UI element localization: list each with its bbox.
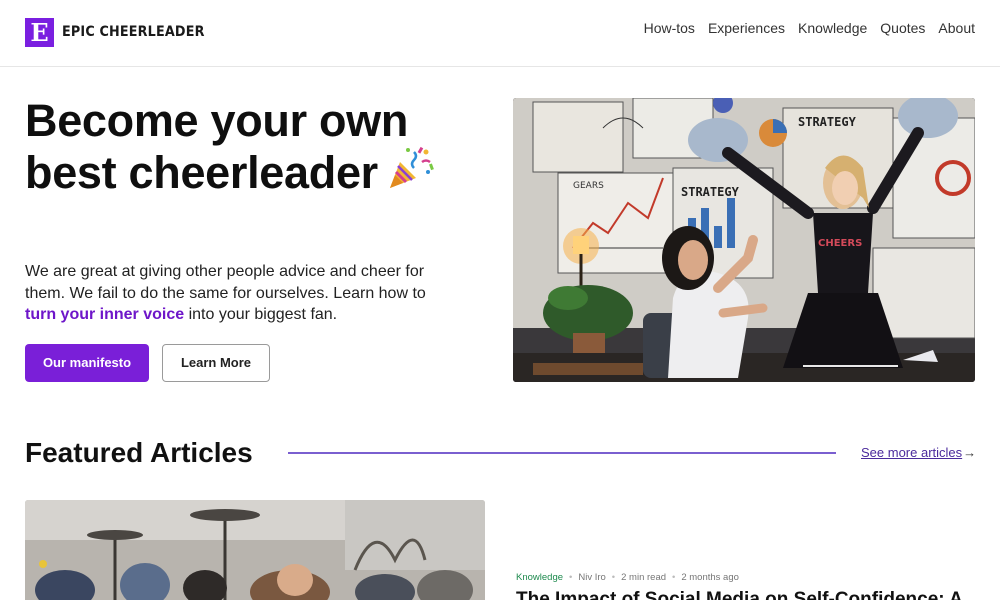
hero-description-end: into your biggest fan. [184, 306, 338, 323]
meta-separator: • [672, 572, 676, 583]
article-meta: Knowledge • Niv Iro • 2 min read • 2 mon… [516, 572, 739, 583]
board-left-label: STRATEGY [681, 185, 740, 199]
nav-quotes[interactable]: Quotes [880, 20, 925, 36]
main-nav: How-tos Experiences Knowledge Quotes Abo… [644, 20, 975, 36]
see-more-articles-link[interactable]: See more articles→ [861, 445, 976, 461]
meta-separator: • [569, 572, 573, 583]
hero-title-text: Become your own best cheerleader [25, 95, 409, 198]
hero-title: Become your own best cheerleader [25, 98, 445, 196]
manifesto-button[interactable]: Our manifesto [25, 344, 149, 382]
article-title[interactable]: The Impact of Social Media on Self-Confi… [516, 588, 976, 600]
party-popper-icon [386, 144, 434, 192]
logo-text[interactable]: EPIC CHEERLEADER [62, 24, 205, 40]
article-date: 2 months ago [681, 572, 739, 583]
site-header: E EPIC CHEERLEADER How-tos Experiences K… [0, 0, 1000, 67]
logo-mark[interactable]: E [25, 18, 54, 47]
shirt-label: CHEERS [818, 238, 862, 249]
hero-image: GEARS STRATEGY STRATEGY CHEERS [513, 98, 975, 382]
article-author[interactable]: Niv Iro [578, 572, 605, 583]
gears-label: GEARS [573, 181, 604, 191]
featured-articles-heading: Featured Articles [25, 437, 253, 468]
hero-description-text: We are great at giving other people advi… [25, 263, 426, 302]
article-image[interactable] [25, 500, 485, 600]
nav-knowledge[interactable]: Knowledge [798, 20, 867, 36]
featured-divider [288, 452, 836, 454]
nav-about[interactable]: About [938, 20, 975, 36]
nav-how-tos[interactable]: How-tos [644, 20, 695, 36]
article-category[interactable]: Knowledge [516, 572, 563, 583]
meta-separator: • [611, 572, 616, 583]
nav-experiences[interactable]: Experiences [708, 20, 785, 36]
article-read-time: 2 min read [621, 572, 667, 583]
see-more-label[interactable]: See more articles [861, 445, 962, 460]
hero-description: We are great at giving other people advi… [25, 261, 435, 326]
arrow-right-icon: → [963, 445, 977, 460]
learn-more-button[interactable]: Learn More [162, 344, 270, 382]
inner-voice-link[interactable]: turn your inner voice [25, 306, 184, 323]
board-right-label: STRATEGY [798, 115, 857, 129]
